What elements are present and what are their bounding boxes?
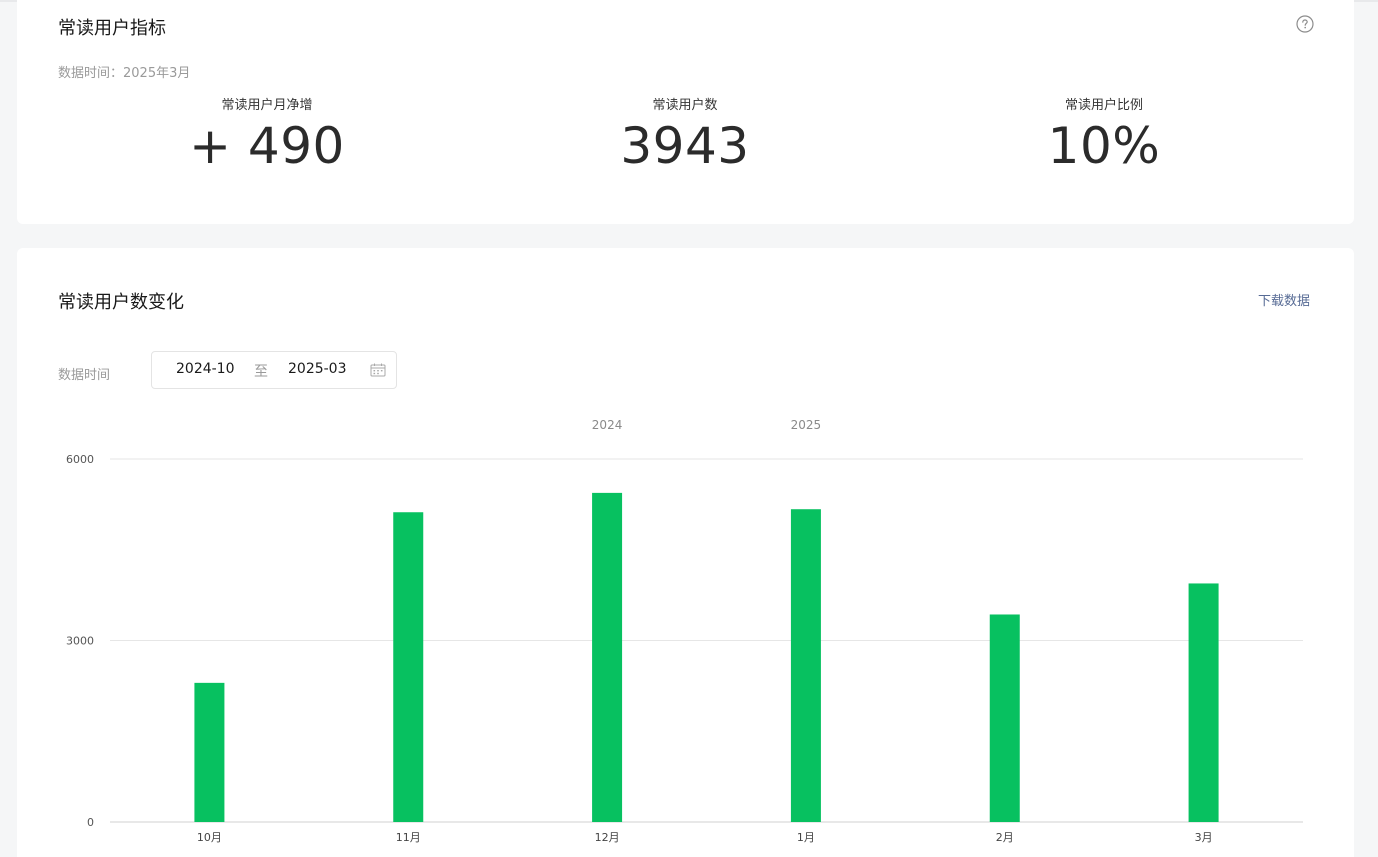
- year-label: 2025: [791, 418, 822, 432]
- metric-user-ratio: 常读用户比例 10%: [954, 97, 1254, 177]
- metrics-data-time: 数据时间：2025年3月: [58, 66, 191, 81]
- x-tick-label: 12月: [595, 831, 620, 844]
- x-tick-label: 1月: [797, 831, 815, 844]
- metric-label: 常读用户月净增: [221, 98, 313, 113]
- bar: [592, 492, 623, 822]
- metric-user-count: 常读用户数 3943: [535, 97, 835, 177]
- y-tick-label: 6000: [66, 453, 94, 466]
- bar: [393, 512, 424, 822]
- bar: [989, 614, 1020, 822]
- metric-label: 常读用户数: [652, 98, 718, 113]
- year-label: 2024: [592, 418, 623, 432]
- x-tick-label: 2月: [996, 831, 1014, 844]
- metric-label: 常读用户比例: [1064, 98, 1143, 113]
- y-tick-label: 3000: [66, 635, 94, 648]
- metric-value: + 490: [189, 117, 345, 175]
- question-circle-icon[interactable]: [1296, 15, 1314, 33]
- user-count-bar-chart: 0 3000 6000 10月 11月 12月 1月 2月 3月 2024 2025: [66, 418, 1303, 844]
- metrics-card: 常读用户指标 数据时间：2025年3月 常读用户月净增 + 490 常读用户数 …: [17, 0, 1354, 224]
- y-tick-label: 0: [87, 816, 94, 829]
- x-tick-label: 11月: [396, 831, 421, 844]
- metric-value: 10%: [1047, 117, 1161, 175]
- metrics-card-title: 常读用户指标: [58, 18, 166, 39]
- x-tick-label: 10月: [197, 831, 222, 844]
- metric-net-growth: 常读用户月净增 + 490: [117, 97, 417, 177]
- bar: [1188, 583, 1219, 822]
- bar: [194, 682, 225, 822]
- bar: [790, 509, 821, 822]
- x-tick-label: 3月: [1195, 831, 1213, 844]
- metric-value: 3943: [620, 117, 750, 175]
